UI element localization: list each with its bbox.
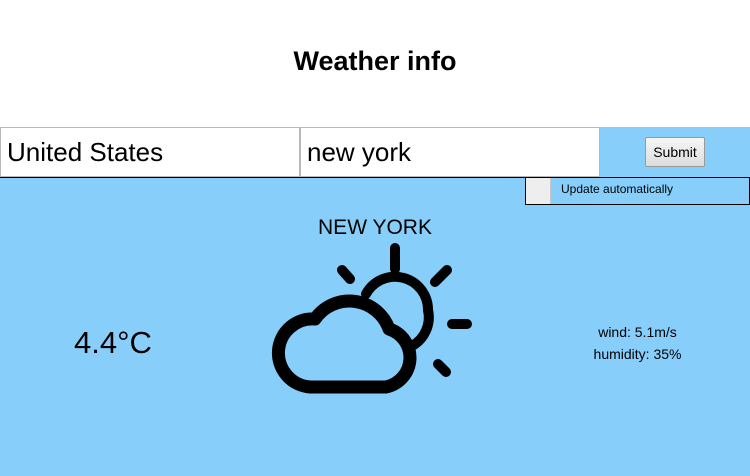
wind-speed: wind: 5.1m/s xyxy=(598,324,677,340)
country-input[interactable] xyxy=(0,127,300,177)
page-title: Weather info xyxy=(293,46,457,76)
partly-cloudy-icon xyxy=(271,243,472,394)
search-form: Submit xyxy=(0,127,750,177)
auto-update-checkbox[interactable] xyxy=(526,178,551,204)
weather-panel: Update automatically NEW YORK 4.4°C wind… xyxy=(0,177,750,476)
city-name: NEW YORK xyxy=(318,216,432,239)
humidity: humidity: 35% xyxy=(593,346,682,362)
temperature: 4.4°C xyxy=(74,325,152,360)
submit-button[interactable]: Submit xyxy=(645,137,705,167)
auto-update-label: Update automatically xyxy=(561,182,674,196)
auto-update-toggle[interactable]: Update automatically xyxy=(525,178,750,205)
city-input[interactable] xyxy=(300,127,600,177)
weather-stats: wind: 5.1m/s humidity: 35% xyxy=(560,321,715,365)
